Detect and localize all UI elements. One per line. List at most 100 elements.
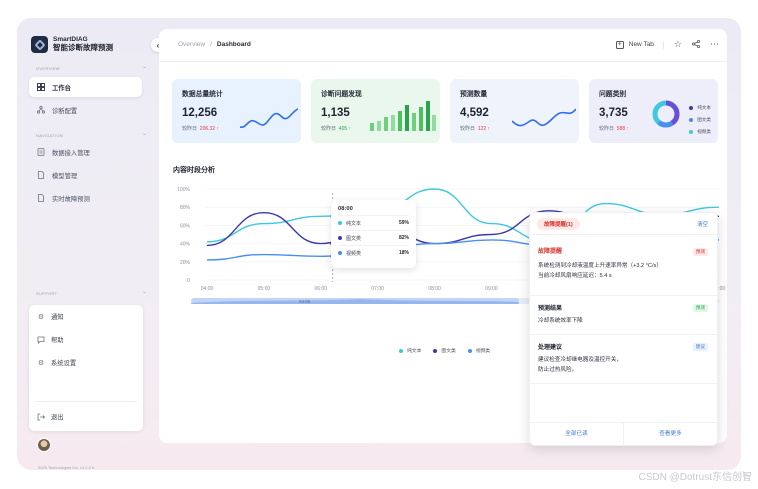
legend-item[interactable]: 视频类 — [467, 347, 490, 354]
suggest-text: 建议检查冷却继电器及温控开关， — [538, 357, 622, 363]
sidebar-item-model-mgmt[interactable]: 模型管理 — [29, 165, 142, 185]
stat-value: 1,135 — [321, 107, 350, 119]
alert-header: 故障提醒(1) 清空 — [530, 213, 717, 235]
range-selection — [191, 298, 519, 304]
y-tick-label: 0 — [187, 278, 190, 284]
predict-title: 预测结果 — [538, 306, 563, 312]
support-item-help[interactable]: 帮助 — [37, 335, 64, 344]
chart-tooltip: 08:00 纯文本 59% 图文类 82% 视频类 18% — [331, 200, 416, 268]
stat-title: 问题类别 — [599, 91, 627, 98]
x-tick-label: 09:00 — [485, 286, 498, 292]
x-tick-label: 04:00 — [201, 286, 214, 292]
sidebar-item-workbench[interactable]: 工作台 — [29, 77, 142, 97]
alert-fault-section[interactable]: 故障提醒 预测 系统检测到冷却液温度上升速率异常（+3.2 °C/s） 当前冷却… — [530, 240, 717, 296]
stat-card-categories[interactable]: 问题类别 3,735 较昨日 588 ↑ 纯文本 图文类 视频类 — [589, 79, 718, 143]
sidebar-item-label: 工作台 — [52, 84, 71, 92]
stat-card-total[interactable]: 数据总量统计 12,256 较昨日 206.32 ↑ — [172, 79, 301, 143]
new-tab-label: New Tab — [628, 41, 654, 48]
more-icon[interactable]: ⋯ — [710, 39, 719, 50]
alert-badge: 故障提醒(1) — [537, 218, 580, 230]
brand: SmartDIAG 智能诊断故障预测 — [31, 36, 113, 53]
alert-suggest-section[interactable]: 处理建议 建议 建议检查冷却继电器及温控开关， 防止过热风险。 — [530, 336, 717, 384]
config-icon — [37, 106, 45, 114]
tooltip-row: 图文类 82% — [338, 230, 409, 245]
help-icon — [37, 336, 45, 344]
y-tick-label: 40% — [180, 242, 191, 248]
sidebar: SmartDIAG 智能诊断故障预测 OVERVIEW ⌄ 工作台 诊断配置 N… — [29, 32, 149, 470]
arrow-up-icon: ↑ — [626, 126, 630, 132]
avatar[interactable] — [37, 438, 51, 452]
support-item-settings[interactable]: ⚙ 系统设置 — [37, 358, 77, 368]
legend-item: 图文类 — [689, 114, 711, 126]
stat-value: 3,735 — [599, 107, 628, 119]
stat-card-issues[interactable]: 诊断问题发现 1,135 较昨日 405 ↑ — [311, 79, 440, 143]
legend-item[interactable]: 纯文本 — [399, 347, 421, 354]
breadcrumb-separator: / — [210, 41, 212, 48]
sidebar-item-realtime-predict[interactable]: 实时故障预测 — [29, 188, 142, 208]
support-item-label: 帮助 — [51, 337, 64, 344]
stat-compare: 较昨日 122 ↑ — [460, 126, 491, 132]
section-label-navigation: NAVIGATION — [36, 133, 64, 138]
sparkline — [240, 108, 298, 129]
tooltip-row: 视频类 18% — [338, 245, 409, 260]
range-label: 04:00 — [299, 299, 311, 304]
sidebar-item-diag-config[interactable]: 诊断配置 — [29, 100, 142, 120]
star-icon[interactable]: ☆ — [674, 39, 682, 50]
top-actions: + New Tab ☆ ⋯ — [615, 39, 719, 50]
chevron-down-icon[interactable]: ⌄ — [142, 63, 147, 70]
stat-title: 诊断问题发现 — [321, 91, 362, 98]
gear-icon: ⚙ — [37, 313, 45, 321]
stat-title: 预测数量 — [460, 91, 488, 98]
mark-all-read-button[interactable]: 全部已读 — [530, 423, 624, 445]
file-icon — [37, 194, 45, 202]
x-tick-label: 08:00 — [428, 286, 441, 292]
sidebar-item-label: 诊断配置 — [52, 107, 78, 115]
section-label-support: SUPPORT — [36, 291, 58, 296]
support-item-label: 系统设置 — [51, 360, 77, 367]
bar-sparkline — [370, 101, 436, 131]
legend-item[interactable]: 图文类 — [433, 347, 456, 354]
suggest-title: 处理建议 — [538, 345, 563, 351]
alert-predict-section[interactable]: 预测结果 预测 冷却系统效率下降 — [530, 297, 717, 335]
logout-label: 退出 — [51, 414, 64, 421]
y-tick-label: 20% — [180, 260, 191, 266]
stat-card-predictions[interactable]: 预测数量 4,592 较昨日 122 ↑ — [450, 79, 579, 143]
x-tick-label: 05:00 — [258, 286, 271, 292]
logout-button[interactable]: 退出 — [37, 412, 64, 421]
support-item-label: 通知 — [51, 314, 64, 321]
sparkline — [512, 108, 576, 127]
share-icon[interactable] — [691, 39, 701, 50]
watermark: CSDN @Dotrust东信创智 — [638, 472, 753, 483]
chevron-down-icon[interactable]: ⌄ — [142, 288, 147, 295]
fault-text: 当前冷却风扇响应延迟：5.4 s — [538, 273, 612, 279]
category-legend: 纯文本 图文类 视频类 — [689, 102, 711, 138]
alert-panel: 故障提醒(1) 清空 故障提醒 预测 系统检测到冷却液温度上升速率异常（+3.2… — [529, 212, 718, 446]
section-title: 内容时段分析 — [173, 167, 215, 174]
chart-legend: 纯文本 图文类 视频类 — [399, 347, 490, 354]
breadcrumb-overview[interactable]: Overview — [178, 41, 205, 48]
new-tab-button[interactable]: + New Tab — [615, 40, 664, 49]
fault-title: 故障提醒 — [538, 249, 563, 255]
view-more-button[interactable]: 查看更多 — [624, 423, 717, 445]
copyright-text: 2025 Technologies Inc. v1.2.0 fr — [38, 465, 95, 470]
document-icon — [37, 148, 45, 156]
fault-text: 系统检测到冷却液温度上升速率异常（+3.2 °C/s） — [538, 263, 662, 269]
sidebar-item-label: 模型管理 — [52, 172, 78, 180]
chevron-down-icon[interactable]: ⌄ — [142, 130, 147, 137]
top-bar: Overview / Dashboard + New Tab ☆ ⋯ — [159, 29, 727, 62]
alert-footer: 全部已读 查看更多 — [530, 422, 717, 445]
breadcrumb: Overview / Dashboard — [178, 41, 251, 48]
sidebar-item-data-access[interactable]: 数据接入管理 — [29, 142, 142, 162]
x-tick-label: 06:00 — [315, 286, 328, 292]
support-item-notify[interactable]: ⚙ 通知 — [37, 312, 64, 322]
tooltip-row: 纯文本 59% — [338, 215, 409, 230]
legend-item: 纯文本 — [689, 102, 711, 114]
x-tick-label: 07:00 — [371, 286, 384, 292]
clear-button[interactable]: 清空 — [697, 220, 708, 228]
arrow-up-icon: ↑ — [216, 126, 219, 132]
brand-subtitle: 智能诊断故障预测 — [53, 42, 113, 52]
stat-compare: 较昨日 206.32 ↑ — [182, 126, 219, 132]
sidebar-item-label: 实时故障预测 — [52, 195, 90, 203]
y-tick-label: 80% — [180, 205, 191, 211]
suggest-tag: 建议 — [692, 343, 708, 351]
